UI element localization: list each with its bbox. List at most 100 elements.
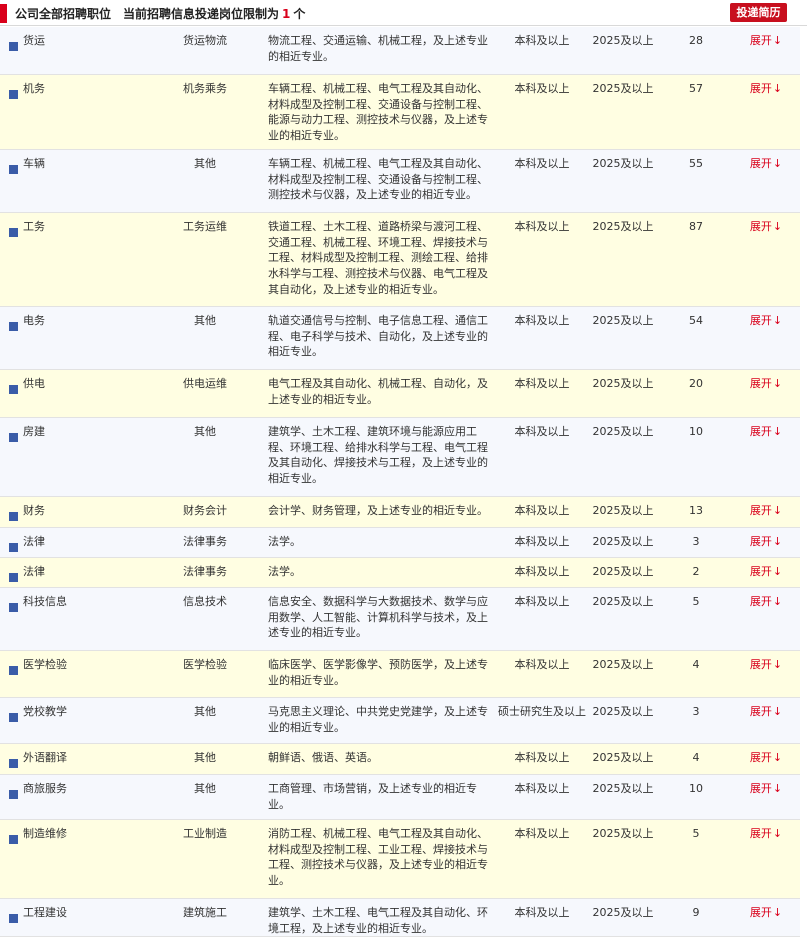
arrow-down-icon: ↓ <box>772 658 783 671</box>
required-majors: 会计学、财务管理，及上述专业的相近专业。 <box>268 504 488 517</box>
table-row: 房建 其他 建筑学、土木工程、建筑环境与能源应用工程、环境工程、给排水科学与工程、电… <box>0 418 800 497</box>
required-majors: 朝鲜语、俄语、英语。 <box>268 751 378 764</box>
graduation-year: 2025及以上 <box>592 535 654 548</box>
education-requirement: 本科及以上 <box>514 535 570 548</box>
education-requirement: 本科及以上 <box>514 827 570 840</box>
arrow-down-icon: ↓ <box>772 34 783 47</box>
expand-label: 展开 <box>749 220 772 233</box>
limit-count: 1 <box>282 7 291 21</box>
hiring-count: 5 <box>692 827 700 840</box>
apply-limit-notice: 当前招聘信息投递岗位限制为 1 个 <box>123 5 305 22</box>
position-name: 房建 <box>23 425 45 438</box>
position-category: 工业制造 <box>183 827 227 840</box>
notice-prefix: 当前招聘信息投递岗位限制为 <box>123 7 280 21</box>
position-name: 党校教学 <box>23 705 67 718</box>
position-name: 工程建设 <box>23 906 67 919</box>
hiring-count: 10 <box>689 782 703 795</box>
arrow-down-icon: ↓ <box>772 157 783 170</box>
expand-link[interactable]: 展开↓ <box>738 528 794 550</box>
expand-label: 展开 <box>749 82 772 95</box>
expand-link[interactable]: 展开↓ <box>738 651 794 673</box>
hiring-count: 28 <box>689 34 703 47</box>
expand-link[interactable]: 展开↓ <box>738 744 794 766</box>
education-requirement: 本科及以上 <box>514 658 570 671</box>
expand-link[interactable]: 展开↓ <box>738 150 794 172</box>
arrow-down-icon: ↓ <box>772 220 783 233</box>
table-row: 医学检验 医学检验 临床医学、医学影像学、预防医学，及上述专业的相近专业。 本科及以上… <box>0 651 800 698</box>
expand-label: 展开 <box>749 827 772 840</box>
expand-label: 展开 <box>749 595 772 608</box>
expand-link[interactable]: 展开↓ <box>738 775 794 797</box>
education-requirement: 本科及以上 <box>514 504 570 517</box>
job-table: 货运 货运物流 物流工程、交通运输、机械工程，及上述专业的相近专业。 本科及以上 202… <box>0 27 800 937</box>
submit-resume-button[interactable]: 投递简历 <box>730 3 787 22</box>
required-majors: 信息安全、数据科学与大数据技术、数学与应用数学、人工智能、计算机科学与技术，及上… <box>268 595 488 640</box>
required-majors: 建筑学、土木工程、建筑环境与能源应用工程、环境工程、给排水科学与工程、电气工程及… <box>268 425 488 486</box>
expand-link[interactable]: 展开↓ <box>738 497 794 519</box>
expand-link[interactable]: 展开↓ <box>738 558 794 580</box>
graduation-year: 2025及以上 <box>592 595 654 608</box>
table-row: 法律 法律事务 法学。 本科及以上 2025及以上 2 展开↓ <box>0 558 800 588</box>
arrow-down-icon: ↓ <box>772 425 783 438</box>
position-category: 其他 <box>194 425 216 438</box>
hiring-count: 87 <box>689 220 703 233</box>
arrow-down-icon: ↓ <box>772 827 783 840</box>
graduation-year: 2025及以上 <box>592 827 654 840</box>
hiring-count: 3 <box>692 535 700 548</box>
arrow-down-icon: ↓ <box>772 906 783 919</box>
arrow-down-icon: ↓ <box>772 504 783 517</box>
hiring-count: 10 <box>689 425 703 438</box>
required-majors: 车辆工程、机械工程、电气工程及其自动化、材料成型及控制工程、交通设备与控制工程、… <box>268 82 488 143</box>
expand-link[interactable]: 展开↓ <box>738 213 794 235</box>
arrow-down-icon: ↓ <box>772 535 783 548</box>
hiring-count: 4 <box>692 751 700 764</box>
graduation-year: 2025及以上 <box>592 377 654 390</box>
expand-link[interactable]: 展开↓ <box>738 27 794 49</box>
header-accent-bar <box>0 4 7 23</box>
hiring-count: 13 <box>689 504 703 517</box>
education-requirement: 本科及以上 <box>514 34 570 47</box>
position-category: 工务运维 <box>183 220 227 233</box>
table-row: 商旅服务 其他 工商管理、市场营销，及上述专业的相近专业。 本科及以上 2025及以上 1… <box>0 775 800 820</box>
education-requirement: 本科及以上 <box>514 314 570 327</box>
required-majors: 法学。 <box>268 565 301 578</box>
expand-link[interactable]: 展开↓ <box>738 75 794 97</box>
arrow-down-icon: ↓ <box>772 82 783 95</box>
position-name: 电务 <box>23 314 45 327</box>
table-row: 法律 法律事务 法学。 本科及以上 2025及以上 3 展开↓ <box>0 528 800 558</box>
row-marker-icon <box>9 666 18 675</box>
expand-link[interactable]: 展开↓ <box>738 820 794 842</box>
row-marker-icon <box>9 573 18 582</box>
row-marker-icon <box>9 42 18 51</box>
expand-link[interactable]: 展开↓ <box>738 370 794 392</box>
expand-link[interactable]: 展开↓ <box>738 307 794 329</box>
required-majors: 法学。 <box>268 535 301 548</box>
arrow-down-icon: ↓ <box>772 595 783 608</box>
required-majors: 物流工程、交通运输、机械工程，及上述专业的相近专业。 <box>268 34 488 63</box>
education-requirement: 本科及以上 <box>514 157 570 170</box>
position-category: 财务会计 <box>183 504 227 517</box>
expand-link[interactable]: 展开↓ <box>738 418 794 440</box>
row-marker-icon <box>9 713 18 722</box>
table-row: 科技信息 信息技术 信息安全、数据科学与大数据技术、数学与应用数学、人工智能、计算机… <box>0 588 800 651</box>
expand-link[interactable]: 展开↓ <box>738 698 794 720</box>
position-category: 供电运维 <box>183 377 227 390</box>
position-name: 医学检验 <box>23 658 67 671</box>
row-marker-icon <box>9 90 18 99</box>
position-category: 其他 <box>194 314 216 327</box>
row-marker-icon <box>9 603 18 612</box>
expand-link[interactable]: 展开↓ <box>738 588 794 610</box>
notice-suffix: 个 <box>293 7 306 21</box>
hiring-count: 4 <box>692 658 700 671</box>
row-marker-icon <box>9 790 18 799</box>
expand-label: 展开 <box>749 535 772 548</box>
education-requirement: 本科及以上 <box>514 751 570 764</box>
table-row: 工程建设 建筑施工 建筑学、土木工程、电气工程及其自动化、环境工程，及上述专业的相近… <box>0 899 800 937</box>
graduation-year: 2025及以上 <box>592 504 654 517</box>
expand-link[interactable]: 展开↓ <box>738 899 794 921</box>
position-name: 车辆 <box>23 157 45 170</box>
education-requirement: 本科及以上 <box>514 377 570 390</box>
education-requirement: 本科及以上 <box>514 906 570 919</box>
expand-label: 展开 <box>749 504 772 517</box>
position-category: 医学检验 <box>183 658 227 671</box>
